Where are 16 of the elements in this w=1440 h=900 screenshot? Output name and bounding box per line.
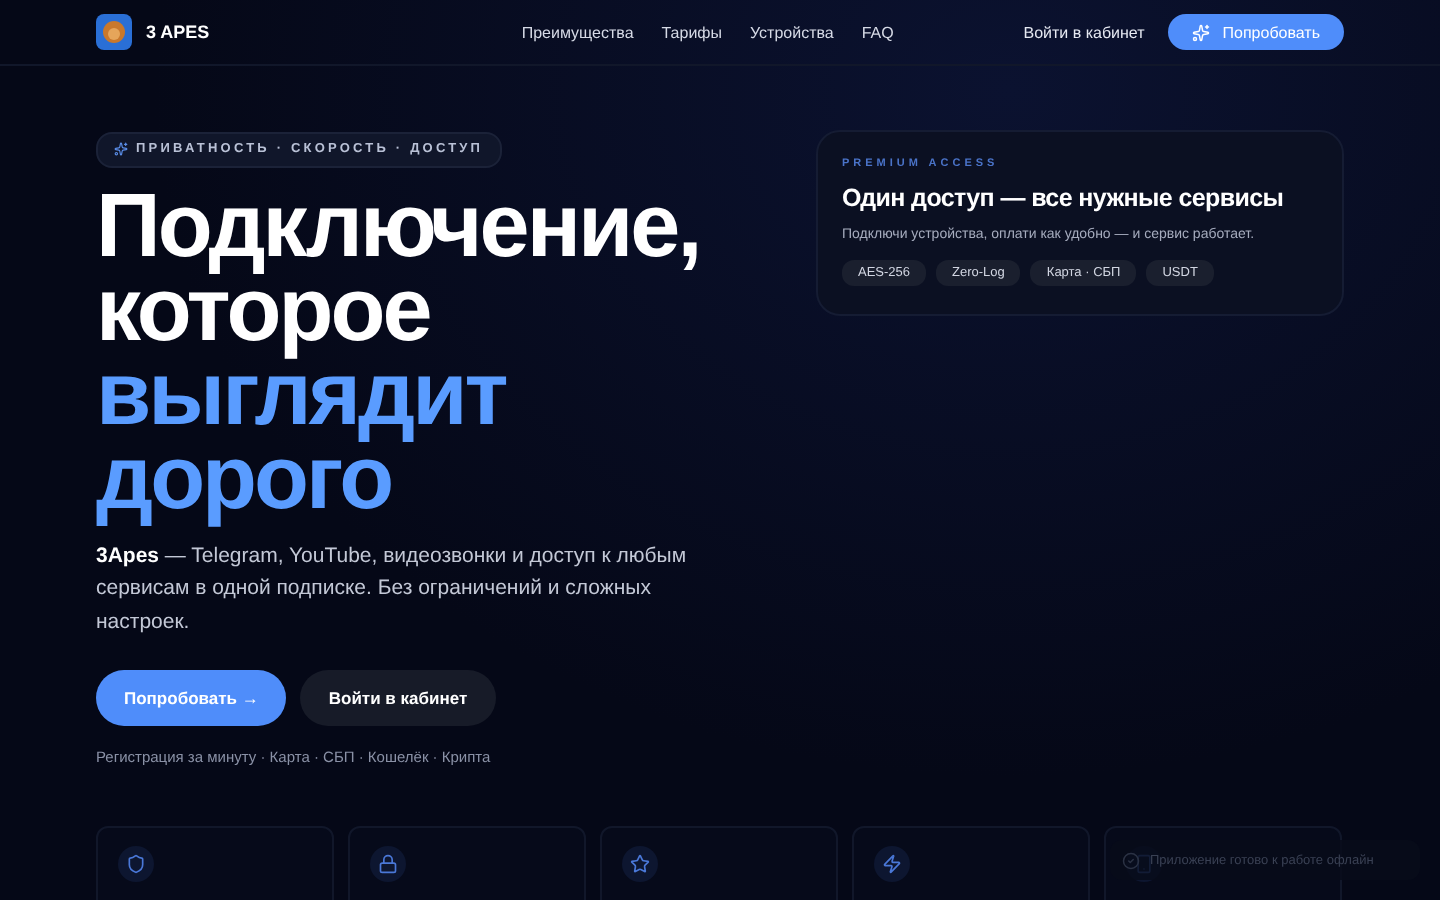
- lock-icon: [370, 846, 406, 882]
- nav-link[interactable]: Устройства: [750, 23, 834, 41]
- card-title: Один доступ — все нужные сервисы: [842, 184, 1286, 212]
- lead-paragraph: 3Apes — Telegram, YouTube, видеозвонки и доступ к любым сервисам в одной подписке. Без ограничений и сложных настроек.: [96, 541, 689, 637]
- lightning-icon: [874, 846, 910, 882]
- login-button[interactable]: Войти в кабинет: [300, 670, 496, 726]
- sparkle-icon: [114, 142, 128, 156]
- sparkle-icon: [1192, 23, 1211, 41]
- nav-link[interactable]: FAQ: [861, 23, 894, 41]
- shield-icon: [118, 846, 154, 882]
- nav-link[interactable]: Тарифы: [661, 23, 722, 41]
- nav-link[interactable]: Преимущества: [521, 23, 634, 41]
- login-link[interactable]: Войти в кабинет: [1023, 23, 1145, 41]
- check-icon: [1122, 851, 1140, 869]
- brand-name: 3 APES: [146, 22, 210, 42]
- logo-icon: [96, 14, 132, 50]
